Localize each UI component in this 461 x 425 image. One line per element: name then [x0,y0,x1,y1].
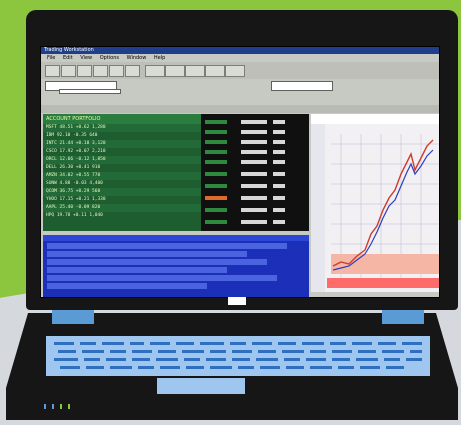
menu-file[interactable]: File [47,55,55,61]
address-bar [41,79,439,94]
key-row [54,366,422,369]
news-item[interactable] [47,259,267,265]
depth-row[interactable] [201,218,309,226]
symbol-input[interactable] [59,89,121,94]
table-row[interactable]: DELL 26.30 +0.41 910 [43,164,201,172]
price-chart-panel [311,114,439,292]
toolbar-button[interactable] [77,65,92,77]
depth-row[interactable] [201,118,309,126]
table-row[interactable]: CSCO 17.92 +0.07 2,210 [43,148,201,156]
window-title-bar: Trading Workstation [41,47,439,54]
toolbar [41,62,439,79]
toolbar-button[interactable] [165,65,185,77]
table-row[interactable]: ORCL 12.66 -0.12 1,850 [43,156,201,164]
menu-options[interactable]: Options [100,55,119,61]
laptop-screen: Trading Workstation File Edit View Optio… [40,46,440,298]
key-row [54,350,422,353]
led-icon [68,404,70,409]
window-title: Trading Workstation [44,47,94,53]
table-row[interactable]: AMZN 34.02 +0.55 770 [43,172,201,180]
led-icon [60,404,62,409]
menu-window[interactable]: Window [127,55,147,61]
quotes-header: ACCOUNT PORTFOLIO [43,114,201,124]
market-depth-panel [201,114,309,231]
table-row[interactable]: QCOM 36.75 +0.29 560 [43,188,201,196]
depth-row[interactable] [201,182,309,190]
toolbar-button[interactable] [145,65,165,77]
table-row[interactable]: IBM 92.10 -0.35 640 [43,132,201,140]
quotes-panel: ACCOUNT PORTFOLIO MSFT 48.51 +0.62 1,280… [43,114,201,231]
status-strip [41,105,439,113]
menu-help[interactable]: Help [154,55,165,61]
depth-row[interactable] [201,128,309,136]
news-item[interactable] [47,251,247,257]
table-row[interactable]: AAPL 25.40 -0.09 820 [43,204,201,212]
led-icon [44,404,46,409]
news-item[interactable] [47,267,227,273]
news-header [43,235,309,241]
depth-row[interactable] [201,138,309,146]
toolbar-button[interactable] [205,65,225,77]
menu-view[interactable]: View [80,55,92,61]
table-row[interactable]: MSFT 48.51 +0.62 1,280 [43,124,201,132]
news-item[interactable] [47,283,207,289]
depth-row[interactable] [201,206,309,214]
key-row [54,342,422,345]
toolbar-button[interactable] [61,65,76,77]
trackpad[interactable] [157,378,245,394]
toolbar-button[interactable] [185,65,205,77]
keyboard [46,336,430,376]
toolbar-button[interactable] [109,65,124,77]
depth-row[interactable] [201,148,309,156]
menu-edit[interactable]: Edit [63,55,73,61]
toolbar-button[interactable] [125,65,140,77]
depth-row[interactable] [201,158,309,166]
hinge-left [52,310,94,324]
key-row [54,358,422,361]
account-combo[interactable] [271,81,333,91]
table-row[interactable]: YHOO 17.15 +0.21 1,330 [43,196,201,204]
led-icon [52,404,54,409]
table-row[interactable]: HPQ 19.78 +0.11 1,040 [43,212,201,220]
table-row[interactable]: SUNW 4.88 -0.03 4,400 [43,180,201,188]
badge-icon [228,297,246,305]
price-chart [311,114,439,292]
toolbar-button[interactable] [93,65,108,77]
table-row[interactable]: INTC 21.44 +0.18 3,120 [43,140,201,148]
toolbar-button[interactable] [225,65,245,77]
depth-row[interactable] [201,194,309,202]
hinge-right [382,310,424,324]
menu-bar: File Edit View Options Window Help [41,54,439,62]
depth-row[interactable] [201,170,309,178]
news-item[interactable] [47,275,277,281]
toolbar-button[interactable] [45,65,60,77]
news-panel [43,235,309,297]
news-item[interactable] [47,243,287,249]
